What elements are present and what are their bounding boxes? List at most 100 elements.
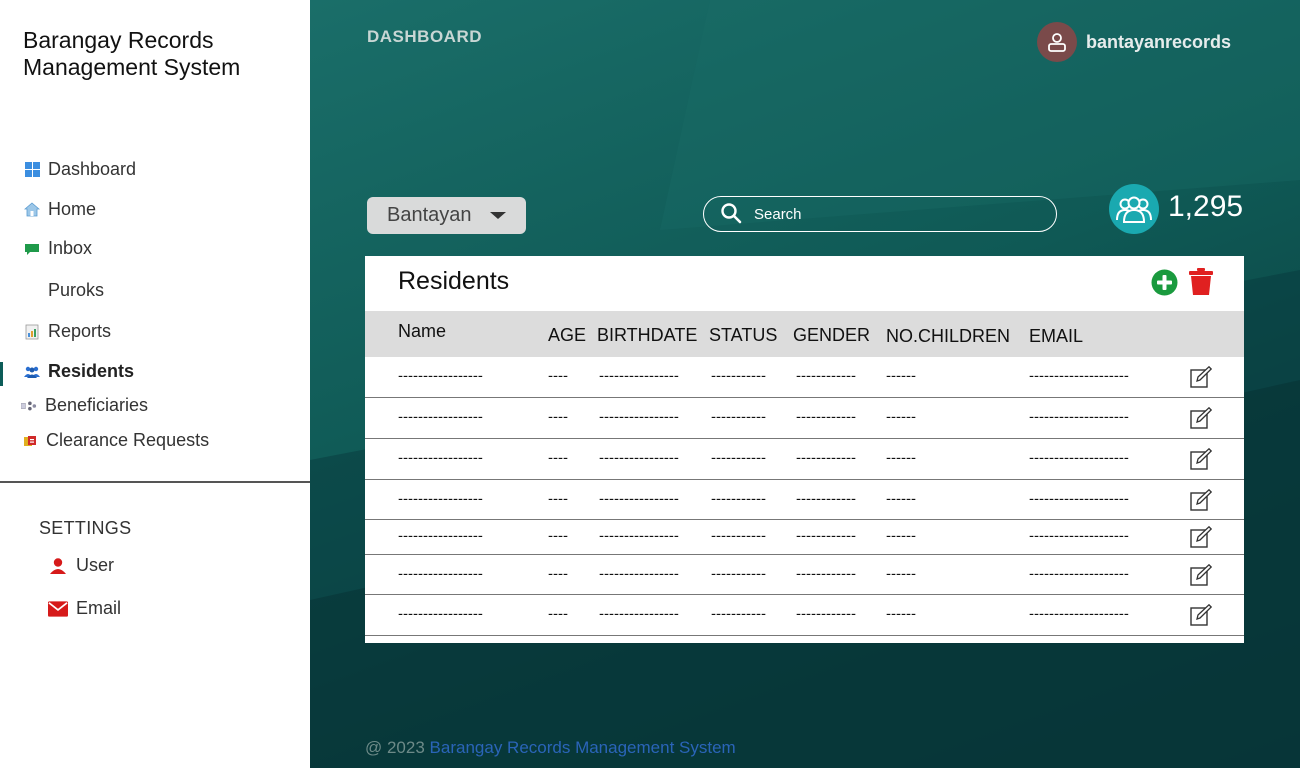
cell-name: ----------------- [398, 367, 483, 385]
dashboard-grid-icon [24, 162, 40, 178]
column-header-gender: GENDER [793, 325, 871, 345]
edit-icon[interactable] [1190, 366, 1212, 388]
sidebar: Barangay Records Management System Dashb… [0, 0, 310, 768]
column-header-birthdate: BIRTHDATE [597, 325, 698, 345]
table-row[interactable]: ----------------- ---- ---------------- … [365, 398, 1244, 439]
footer-copyright: @ 2023 [365, 738, 425, 757]
cell-status: ----------- [711, 408, 766, 426]
sidebar-item-dashboard[interactable]: Dashboard [24, 159, 136, 180]
search-input[interactable] [754, 205, 1024, 223]
cell-email: -------------------- [1029, 605, 1129, 623]
sidebar-item-label: Inbox [48, 238, 93, 258]
residents-panel: Residents Name AGE BIRTHDATE STATUS GEND… [365, 256, 1244, 643]
cell-gender: ------------ [796, 449, 856, 467]
sidebar-item-puroks[interactable]: Puroks [24, 280, 104, 301]
column-header-children: NO.CHILDREN [886, 326, 1011, 346]
clearance-icon [22, 433, 38, 449]
sidebar-item-label: Dashboard [48, 159, 137, 179]
cell-gender: ------------ [796, 367, 856, 385]
footer: @ 2023 Barangay Records Management Syste… [365, 738, 736, 758]
cell-email: -------------------- [1029, 565, 1129, 583]
settings-item-user[interactable]: User [48, 555, 114, 576]
cell-children: ------ [886, 367, 916, 385]
cell-children: ------ [886, 490, 916, 508]
table-row[interactable]: ----------------- ---- ---------------- … [365, 595, 1244, 636]
sidebar-item-residents[interactable]: Residents [24, 361, 134, 382]
settings-title: SETTINGS [39, 518, 132, 538]
edit-icon[interactable] [1190, 526, 1212, 548]
report-document-icon [24, 324, 40, 340]
cell-email: -------------------- [1029, 490, 1129, 508]
cell-age: ---- [548, 490, 568, 508]
cell-name: ----------------- [398, 605, 483, 623]
cell-gender: ------------ [796, 527, 856, 545]
cell-name: ----------------- [398, 408, 483, 426]
avatar [1037, 22, 1077, 62]
chat-bubble-icon [24, 241, 40, 257]
beneficiaries-icon [21, 398, 37, 414]
cell-name: ----------------- [398, 565, 483, 583]
cell-email: -------------------- [1029, 408, 1129, 426]
search-box[interactable] [703, 196, 1057, 232]
table-row[interactable]: ----------------- ---- ---------------- … [365, 439, 1244, 480]
delete-resident-button[interactable] [1189, 268, 1213, 296]
sidebar-item-label: Reports [48, 321, 112, 341]
table-header: Name AGE BIRTHDATE STATUS GENDER NO.CHIL… [365, 311, 1244, 357]
user-avatar-icon [1048, 33, 1066, 52]
sidebar-divider [0, 481, 310, 483]
table-row[interactable]: ----------------- ---- ---------------- … [365, 480, 1244, 520]
search-icon [720, 202, 744, 226]
cell-status: ----------- [711, 527, 766, 545]
plus-circle-icon [1151, 269, 1178, 296]
column-header-age: AGE [548, 325, 587, 345]
chevron-down-icon [490, 212, 506, 219]
cell-children: ------ [886, 449, 916, 467]
cell-birthdate: ---------------- [599, 367, 679, 385]
column-header-name: Name [398, 321, 447, 341]
cell-age: ---- [548, 605, 568, 623]
cell-age: ---- [548, 449, 568, 467]
user-icon [48, 556, 68, 576]
sidebar-item-reports[interactable]: Reports [24, 321, 111, 342]
sidebar-item-label: Beneficiaries [45, 395, 149, 415]
cell-name: ----------------- [398, 527, 483, 545]
people-icon [24, 364, 40, 380]
cell-age: ---- [548, 408, 568, 426]
cell-email: -------------------- [1029, 527, 1129, 545]
page-title: DASHBOARD [367, 27, 482, 46]
table-row[interactable]: ----------------- ---- ---------------- … [365, 357, 1244, 398]
cell-email: -------------------- [1029, 449, 1129, 467]
trash-icon [1189, 268, 1213, 295]
table-row[interactable]: ----------------- ---- ---------------- … [365, 520, 1244, 555]
user-menu[interactable]: bantayanrecords [1037, 22, 1231, 62]
sidebar-item-clearance-requests[interactable]: Clearance Requests [22, 430, 209, 451]
sidebar-item-inbox[interactable]: Inbox [24, 238, 92, 259]
edit-icon[interactable] [1190, 448, 1212, 470]
cell-status: ----------- [711, 565, 766, 583]
edit-icon[interactable] [1190, 604, 1212, 626]
cell-gender: ------------ [796, 490, 856, 508]
edit-icon[interactable] [1190, 563, 1212, 586]
cell-age: ---- [548, 527, 568, 545]
cell-children: ------ [886, 605, 916, 623]
barangay-select-value: Bantayan [387, 204, 472, 226]
cell-birthdate: ---------------- [599, 527, 679, 545]
footer-link[interactable]: Barangay Records Management System [430, 738, 736, 757]
cell-status: ----------- [711, 490, 766, 508]
cell-name: ----------------- [398, 490, 483, 508]
edit-icon[interactable] [1190, 407, 1212, 429]
sidebar-item-label: Clearance Requests [46, 430, 210, 450]
barangay-select[interactable]: Bantayan [367, 197, 526, 234]
cell-gender: ------------ [796, 605, 856, 623]
column-header-email: EMAIL [1029, 326, 1084, 346]
sidebar-item-beneficiaries[interactable]: Beneficiaries [21, 395, 148, 416]
sidebar-item-home[interactable]: Home [24, 199, 96, 220]
column-header-status: STATUS [709, 325, 778, 345]
sidebar-item-label: Home [48, 199, 97, 219]
table-row[interactable]: ----------------- ---- ---------------- … [365, 555, 1244, 595]
add-resident-button[interactable] [1151, 269, 1178, 296]
edit-icon[interactable] [1190, 488, 1212, 511]
cell-status: ----------- [711, 367, 766, 385]
settings-item-email[interactable]: Email [48, 598, 121, 619]
cell-age: ---- [548, 367, 568, 385]
